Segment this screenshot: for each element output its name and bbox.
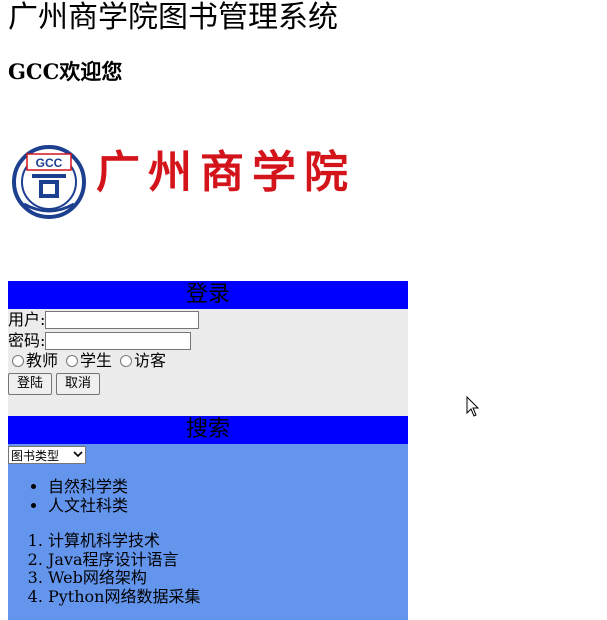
cancel-button[interactable]: 取消 [56, 373, 101, 395]
welcome-heading: GCC欢迎您 [8, 59, 123, 84]
book-type-select-value: 图书类型 [11, 448, 60, 463]
password-label: 密码: [8, 331, 46, 350]
category-item-humanities[interactable]: 人文社科类 [48, 496, 128, 516]
login-buttons: 登陆 取消 [8, 373, 101, 395]
password-input[interactable] [45, 332, 192, 350]
chevron-down-icon [73, 450, 83, 461]
search-heading: 搜索 [8, 416, 408, 444]
password-row: 密码: [8, 330, 192, 352]
page-title: 广州商学院图书管理系统 [8, 0, 338, 35]
search-body: 图书类型 自然科学类 人文社科类 计算机科学技术 Java程序设计语言 Web网… [8, 444, 408, 620]
role-radio-visitor[interactable] [120, 355, 133, 367]
book-list: 计算机科学技术 Java程序设计语言 Web网络架构 Python网络数据采集 [8, 531, 200, 607]
book-item[interactable]: Web网络架构 [48, 568, 200, 588]
emblem-text: GCC [36, 156, 63, 170]
login-form: 用户: 密码: 教师 学生 访客 登陆 取消 [8, 309, 408, 416]
school-logo: GCC 广州商学院 [12, 142, 348, 222]
login-heading: 登录 [8, 281, 408, 309]
book-type-select[interactable]: 图书类型 [8, 446, 86, 464]
user-input[interactable] [45, 311, 200, 329]
role-radio-group: 教师 学生 访客 [12, 351, 174, 371]
role-radio-student[interactable] [66, 355, 79, 367]
role-radio-teacher[interactable] [12, 355, 24, 367]
book-item[interactable]: 计算机科学技术 [48, 531, 200, 551]
book-item[interactable]: Python网络数据采集 [48, 587, 200, 607]
role-label-teacher: 教师 [26, 351, 59, 370]
role-label-visitor: 访客 [134, 351, 167, 370]
role-label-student: 学生 [80, 351, 113, 370]
login-panel: 登录 用户: 密码: 教师 学生 访客 登陆 取消 [8, 281, 408, 416]
user-label: 用户: [8, 310, 46, 329]
school-emblem-icon: GCC [12, 145, 86, 219]
search-panel: 搜索 图书类型 自然科学类 人文社科类 计算机科学技术 Java程序设计语言 W… [8, 416, 408, 620]
book-item[interactable]: Java程序设计语言 [48, 550, 200, 570]
category-item-natural-science[interactable]: 自然科学类 [48, 477, 128, 497]
user-row: 用户: [8, 309, 200, 331]
category-list: 自然科学类 人文社科类 [8, 477, 128, 516]
mouse-pointer-icon [466, 396, 480, 417]
login-button[interactable]: 登陆 [8, 373, 53, 395]
school-name-logo-text: 广州商学院 [96, 147, 356, 198]
